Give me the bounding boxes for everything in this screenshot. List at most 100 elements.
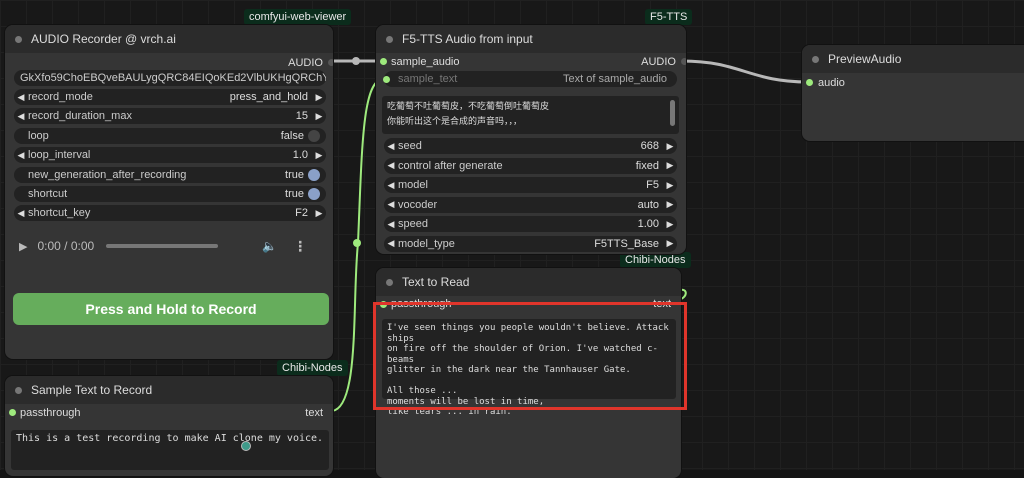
decrement-arrow-icon[interactable]: ◀ [384,160,398,171]
widget-value: F2 [295,207,308,220]
increment-arrow-icon[interactable]: ▶ [663,180,677,191]
recorder-title: AUDIO Recorder @ vrch.ai [31,32,176,46]
widget-vocoder[interactable]: ◀ vocoder auto ▶ [384,196,677,213]
increment-arrow-icon[interactable]: ▶ [663,160,677,171]
widget-value: F5TTS_Base [594,237,659,250]
f5-output-socket[interactable] [681,58,686,65]
widget-label: seed [398,140,422,152]
preview-node[interactable]: PreviewAudio audio [802,45,1024,141]
widget-label: vocoder [398,198,438,211]
node-collapse-dot[interactable] [15,35,22,43]
widget-value: false [280,129,304,142]
widget-value: auto [637,198,659,211]
decrement-arrow-icon[interactable]: ◀ [384,238,398,249]
f5-node[interactable]: F5-TTS Audio from input sample_audio AUD… [376,25,686,254]
decrement-arrow-icon[interactable]: ◀ [384,219,398,230]
badge-chibi-mid: Chibi-Nodes [620,252,691,268]
recorder-output-socket[interactable] [328,59,333,66]
increment-arrow-icon[interactable]: ▶ [312,208,326,219]
widget-label: shortcut_key [28,207,91,220]
widget-record-mode[interactable]: ◀ record_mode press_and_hold ▶ [14,89,326,105]
sample-text-textarea[interactable]: This is a test recording to make AI clon… [11,430,329,470]
grammarly-icon[interactable] [241,441,251,451]
seek-bar[interactable] [106,244,219,248]
widget-value: press_and_hold [229,91,308,103]
audio-player[interactable]: ▶ 0:00 / 0:00 🔈 ⋮ [19,231,319,261]
node-collapse-dot[interactable] [15,386,22,394]
widget-loop[interactable]: loop false [14,127,326,144]
play-icon[interactable]: ▶ [19,240,27,253]
f5-text-line: 吃葡萄不吐葡萄皮，不吃葡萄倒吐葡萄皮 [387,101,550,111]
read-title: Text to Read [402,275,470,289]
decrement-arrow-icon[interactable]: ◀ [384,141,398,152]
increment-arrow-icon[interactable]: ▶ [663,219,677,230]
f5-header[interactable]: F5-TTS Audio from input [376,25,686,53]
f5-title: F5-TTS Audio from input [402,32,533,46]
decrement-arrow-icon[interactable]: ◀ [14,150,28,161]
preview-header[interactable]: PreviewAudio [802,45,1024,73]
preview-title: PreviewAudio [828,52,902,66]
more-options-icon[interactable]: ⋮ [293,238,307,255]
toggle-knob[interactable] [308,168,320,181]
toggle-knob[interactable] [308,188,320,200]
textarea-scrollbar[interactable] [670,100,675,126]
badge-chibi-left: Chibi-Nodes [277,360,348,376]
increment-arrow-icon[interactable]: ▶ [312,150,326,161]
f5-sample-text-socket[interactable] [383,75,390,83]
widget-shortcut-key[interactable]: ◀ shortcut_key F2 ▶ [14,205,326,222]
decrement-arrow-icon[interactable]: ◀ [14,92,28,103]
widget-model[interactable]: ◀ model F5 ▶ [384,177,677,193]
f5-sample-text-label: sample_text [398,73,458,85]
recorder-header[interactable]: AUDIO Recorder @ vrch.ai [5,25,333,53]
widget-label: model_type [398,237,455,250]
widget-value: true [285,188,304,200]
widget-value: fixed [635,159,659,172]
decrement-arrow-icon[interactable]: ◀ [14,208,28,219]
widget-new-generation-after-recording[interactable]: new_generation_after_recording true [14,166,326,183]
read-header[interactable]: Text to Read [376,268,681,296]
widget-shortcut[interactable]: shortcut true [14,186,326,202]
f5-sample-audio-label: sample_audio [391,56,460,68]
increment-arrow-icon[interactable]: ▶ [312,111,326,122]
sample-text-node[interactable]: Sample Text to Record passthrough text T… [5,376,333,476]
decrement-arrow-icon[interactable]: ◀ [384,199,398,210]
widget-control-after-generate[interactable]: ◀ control after generate fixed ▶ [384,157,677,174]
badge-f5tts: F5-TTS [645,9,693,25]
node-collapse-dot[interactable] [386,35,393,43]
f5-sample-text-field[interactable]: sample_text Text of sample_audio [383,71,677,87]
decrement-arrow-icon[interactable]: ◀ [14,111,28,122]
f5-text-textarea[interactable]: 吃葡萄不吐葡萄皮，不吃葡萄倒吐葡萄皮 你能听出这个是合成的声音吗，，， [382,96,679,134]
highlight-box [373,302,687,410]
increment-arrow-icon[interactable]: ▶ [663,141,677,152]
widget-value: 15 [295,110,308,123]
volume-icon[interactable]: 🔈 [262,239,277,253]
recorder-key-field[interactable]: GkXfo59ChoEBQveBAULygQRC84EIQoKEd2VlbUKH… [14,70,326,86]
widget-label: speed [398,218,428,230]
widget-value: 668 [640,140,659,152]
recorder-node[interactable]: AUDIO Recorder @ vrch.ai AUDIO GkXfo59Ch… [5,25,333,359]
widget-loop-interval[interactable]: ◀ loop_interval 1.0 ▶ [14,147,326,164]
sample-text-output-label: text [305,407,323,419]
widget-speed[interactable]: ◀ speed 1.00 ▶ [384,216,677,232]
sample-text-input-socket[interactable] [9,409,16,416]
record-button[interactable]: Press and Hold to Record [13,293,329,325]
preview-input-socket[interactable] [806,79,813,86]
increment-arrow-icon[interactable]: ▶ [663,199,677,210]
f5-output-label: AUDIO [641,56,676,68]
widget-label: record_mode [28,91,93,103]
widget-seed[interactable]: ◀ seed 668 ▶ [384,138,677,154]
toggle-knob[interactable] [308,129,320,142]
node-collapse-dot[interactable] [386,278,393,286]
widget-record-duration-max[interactable]: ◀ record_duration_max 15 ▶ [14,108,326,125]
badge-viewer: comfyui-web-viewer [244,9,352,25]
increment-arrow-icon[interactable]: ▶ [312,92,326,103]
f5-sample-audio-socket[interactable] [380,58,387,65]
widget-model-type[interactable]: ◀ model_type F5TTS_Base ▶ [384,235,677,252]
sample-text-header[interactable]: Sample Text to Record [5,376,333,404]
widget-value: true [285,168,304,181]
widget-label: model [398,179,428,191]
widget-label: record_duration_max [28,110,132,123]
node-collapse-dot[interactable] [812,55,819,63]
increment-arrow-icon[interactable]: ▶ [663,238,677,249]
decrement-arrow-icon[interactable]: ◀ [384,180,398,191]
